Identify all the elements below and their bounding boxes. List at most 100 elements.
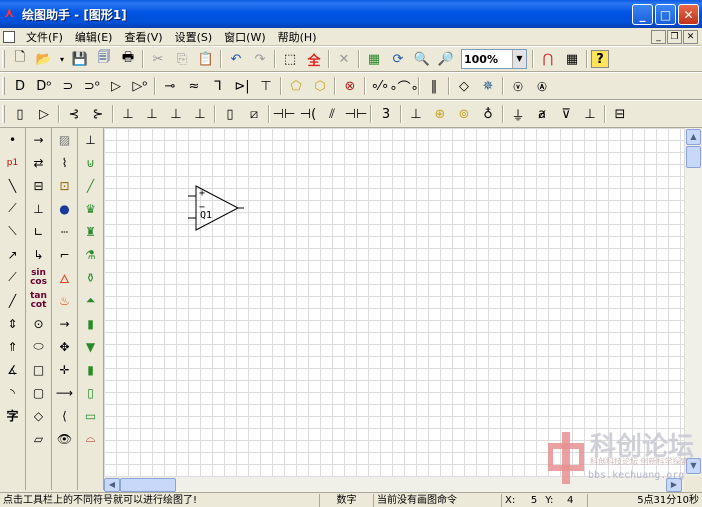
move-icon[interactable]: ✥ <box>54 335 76 358</box>
undo-icon[interactable]: ↶ <box>225 48 247 70</box>
beaker-icon[interactable]: ▮ <box>80 312 102 335</box>
zoom-select[interactable]: 100% ▼ <box>461 49 527 69</box>
help-icon[interactable]: ? <box>591 50 609 68</box>
pnp-transistor-icon[interactable]: ⊱ <box>87 103 109 125</box>
dot-icon[interactable]: • <box>2 128 24 151</box>
segment-icon[interactable]: ⟋ <box>2 197 24 220</box>
line-icon[interactable]: ╲ <box>2 174 24 197</box>
ac-source-icon[interactable]: ⊚ <box>453 103 475 125</box>
fet-icon-3[interactable]: ⊥ <box>165 103 187 125</box>
inductor-icon[interactable]: 3 <box>375 103 397 125</box>
menu-file[interactable]: 文件(F) <box>20 29 69 45</box>
buffer-gate-icon[interactable]: ▷ <box>105 75 127 97</box>
print-icon[interactable]: 🖶 <box>117 48 139 70</box>
variable-resistor-icon[interactable]: ⧄ <box>243 103 265 125</box>
new-file-icon[interactable]: 🗋 <box>9 48 31 70</box>
ellipse-icon[interactable]: ⬭ <box>28 335 50 358</box>
menu-window[interactable]: 窗口(W) <box>218 29 271 45</box>
probe-icon[interactable]: ⊤ <box>255 75 277 97</box>
arc-icon[interactable]: ◝ <box>2 381 24 404</box>
open-folder-icon[interactable]: 📂 <box>33 48 55 70</box>
cylinder-icon[interactable]: ▯ <box>80 381 102 404</box>
sin-cos-button[interactable]: sin cos <box>28 266 50 289</box>
opamp-symbol[interactable]: + − Q1 <box>188 184 248 237</box>
round-flask-icon[interactable]: ⚗ <box>80 243 102 266</box>
bottle-icon[interactable]: ▮ <box>80 358 102 381</box>
maximize-button[interactable]: □ <box>655 4 676 25</box>
scroll-left-arrow[interactable]: ◀ <box>104 478 120 492</box>
flask-icon[interactable]: ⚱ <box>80 266 102 289</box>
magnet-icon[interactable]: ⋂ <box>537 48 559 70</box>
angle-icon[interactable]: ∡ <box>2 358 24 381</box>
ammeter-icon[interactable]: Ⓐ <box>531 75 553 97</box>
hatch-icon[interactable]: ▨ <box>54 128 76 151</box>
diode-icon[interactable]: ⊳| <box>231 75 253 97</box>
polyline-icon[interactable]: ╱ <box>2 289 24 312</box>
test-tube-icon[interactable]: ⊍ <box>80 151 102 174</box>
balance-icon[interactable]: ♛ <box>80 197 102 220</box>
arrow-up-icon[interactable]: ⇑ <box>2 335 24 358</box>
dish-icon[interactable]: ⌓ <box>80 427 102 450</box>
fet-icon-4[interactable]: ⊥ <box>189 103 211 125</box>
ground-icon[interactable]: ⏚ <box>507 103 529 125</box>
flame-icon[interactable]: 🜂 <box>54 266 76 289</box>
cart-wheels-icon[interactable]: ⊡ <box>54 174 76 197</box>
mdi-minimize-button[interactable]: _ <box>651 30 666 44</box>
cart-icon[interactable]: ⊟ <box>28 174 50 197</box>
glass-rod-icon[interactable]: ╱ <box>80 174 102 197</box>
dashed-line-icon[interactable]: ┄ <box>54 220 76 243</box>
hexagon-icon[interactable]: ⬡ <box>309 75 331 97</box>
fet-icon-1[interactable]: ⊥ <box>117 103 139 125</box>
funnel-icon[interactable]: ▼ <box>80 335 102 358</box>
pentagon-icon[interactable]: ⬠ <box>285 75 307 97</box>
polar-capacitor-icon[interactable]: ⊣( <box>297 103 319 125</box>
earth-icon[interactable]: ⊥ <box>579 103 601 125</box>
ball-icon[interactable]: ● <box>54 197 76 220</box>
parabola-icon[interactable]: ↳ <box>28 243 50 266</box>
cross-arrows-icon[interactable]: ✛ <box>54 358 76 381</box>
open-switch-icon[interactable]: ∘⁄∘ <box>369 75 391 97</box>
signal-ground-icon[interactable]: ⊽ <box>555 103 577 125</box>
close-button[interactable]: ✕ <box>678 4 699 25</box>
lamp-icon[interactable]: ⊗ <box>339 75 361 97</box>
menu-view[interactable]: 查看(V) <box>118 29 168 45</box>
fuse-icon[interactable]: ⊟ <box>609 103 631 125</box>
vertical-scroll-thumb[interactable] <box>686 146 701 168</box>
grid-icon[interactable]: ▦ <box>561 48 583 70</box>
trimmer-capacitor-icon[interactable]: ⊣⊢ <box>345 103 368 125</box>
mdi-restore-button[interactable]: ❐ <box>667 30 682 44</box>
scroll-right-arrow[interactable]: ▶ <box>666 478 682 492</box>
dc-source-icon[interactable]: ⊕ <box>429 103 451 125</box>
crystal-icon[interactable]: ✵ <box>477 75 499 97</box>
and-gate-icon[interactable]: D <box>9 75 31 97</box>
horizontal-scroll-thumb[interactable] <box>120 478 176 492</box>
redo-icon[interactable]: ↷ <box>249 48 271 70</box>
paste-icon[interactable]: 📋 <box>195 48 217 70</box>
battery-icon[interactable]: ⊥ <box>405 103 427 125</box>
rounded-rect-icon[interactable]: ▢ <box>28 381 50 404</box>
stand-icon[interactable]: ⊥ <box>80 128 102 151</box>
scroll-up-arrow[interactable]: ▲ <box>686 129 701 145</box>
variable-capacitor-icon[interactable]: ⫽ <box>321 103 343 125</box>
scroll-down-arrow[interactable]: ▼ <box>686 458 701 474</box>
chassis-ground-icon[interactable]: ⱥ <box>531 103 553 125</box>
nand-gate-icon[interactable]: Dᵒ <box>33 75 55 97</box>
save-all-icon[interactable]: 🗐 <box>93 48 115 70</box>
mdi-close-button[interactable]: ✕ <box>683 30 698 44</box>
copy-icon[interactable]: ⎘ <box>171 48 193 70</box>
conical-flask-icon[interactable]: ⏶ <box>80 289 102 312</box>
save-icon[interactable]: 💾 <box>69 48 91 70</box>
lens-icon[interactable]: ⟨ <box>54 404 76 427</box>
resistor-icon[interactable]: ▯ <box>9 103 31 125</box>
horizontal-scrollbar[interactable]: ◀ ▶ <box>104 476 684 492</box>
double-arrow-v-icon[interactable]: ⇕ <box>2 312 24 335</box>
bracket-icon[interactable]: ⌐ <box>54 243 76 266</box>
cut-icon[interactable]: ✂ <box>147 48 169 70</box>
amplifier-icon[interactable]: ▷ <box>33 103 55 125</box>
npn-transistor-icon[interactable]: ⊰ <box>63 103 85 125</box>
switch-icon[interactable]: ⊸ <box>159 75 181 97</box>
refresh-icon[interactable]: ⟳ <box>387 48 409 70</box>
text-icon[interactable]: 字 <box>2 404 24 427</box>
circle-icon[interactable]: ⊙ <box>28 312 50 335</box>
or-gate-icon[interactable]: ⊃ <box>57 75 79 97</box>
